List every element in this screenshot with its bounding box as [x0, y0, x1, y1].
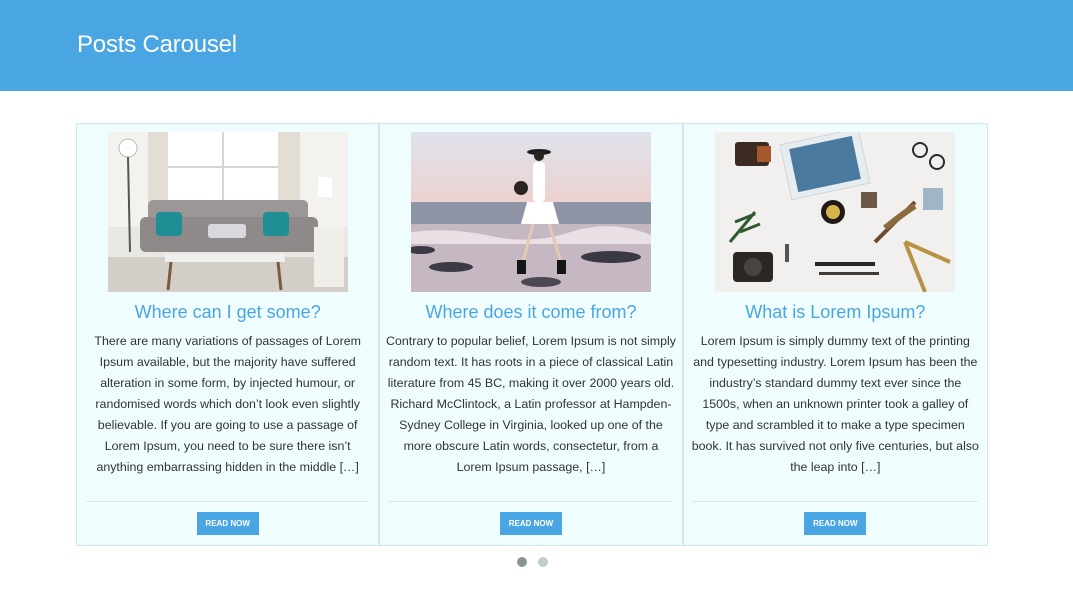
post-card: Where can I get some? There are many var… [77, 124, 381, 545]
living-room-sofa-photo [107, 132, 348, 292]
post-title[interactable]: What is Lorem Ipsum? [745, 302, 925, 322]
post-image[interactable] [715, 132, 956, 292]
post-excerpt: Lorem Ipsum is simply dummy text of the … [691, 334, 979, 474]
card-divider [692, 501, 978, 502]
site-header: Posts Carousel [0, 0, 1073, 91]
posts-carousel: Where can I get some? There are many var… [76, 123, 988, 546]
read-now-button[interactable]: Read Now [804, 512, 867, 535]
post-excerpt: There are many variations of passages of… [94, 334, 361, 474]
card-divider [86, 501, 370, 502]
carousel-pagination [517, 557, 548, 567]
post-image[interactable] [107, 132, 348, 292]
post-card: What is Lorem Ipsum? Lorem Ipsum is simp… [684, 124, 987, 545]
pagination-dot-2[interactable] [538, 557, 548, 567]
read-now-button[interactable]: Read Now [196, 512, 259, 535]
post-title[interactable]: Where can I get some? [135, 302, 321, 322]
pagination-dot-1[interactable] [517, 557, 527, 567]
page-title: Posts Carousel [77, 30, 237, 58]
flatlay-desk-objects-photo [715, 132, 956, 292]
woman-walking-beach-photo [410, 132, 651, 292]
card-divider [389, 501, 673, 502]
post-card: Where does it come from? Contrary to pop… [380, 124, 684, 545]
post-excerpt: Contrary to popular belief, Lorem Ipsum … [386, 334, 676, 474]
post-image[interactable] [410, 132, 651, 292]
read-now-button[interactable]: Read Now [499, 512, 562, 535]
post-title[interactable]: Where does it come from? [425, 302, 636, 322]
